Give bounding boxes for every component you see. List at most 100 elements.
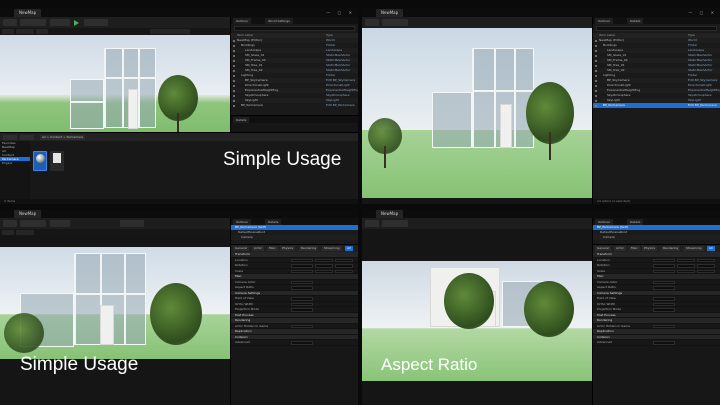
save-button[interactable]	[365, 19, 379, 26]
property-value-field[interactable]	[291, 269, 313, 273]
mode-selector[interactable]	[20, 19, 46, 26]
visibility-eye-icon[interactable]	[595, 99, 597, 102]
level-tab[interactable]: NewMap	[376, 9, 404, 17]
property-value-field[interactable]	[335, 258, 353, 262]
visibility-eye-icon[interactable]	[595, 69, 597, 72]
outliner-row[interactable]: BP_ParCamera Edit BP_ParCamera	[593, 103, 720, 108]
details-tab[interactable]: Details	[627, 18, 644, 24]
perspective-button[interactable]	[16, 29, 34, 34]
add-actor-button[interactable]	[50, 220, 70, 227]
property-value-field[interactable]	[291, 341, 313, 345]
visibility-eye-icon[interactable]	[233, 94, 235, 97]
visibility-eye-icon[interactable]	[233, 89, 235, 92]
add-actor-button[interactable]	[50, 19, 70, 26]
visibility-eye-icon[interactable]	[595, 94, 597, 97]
details-filter-tab[interactable]: Streaming	[684, 246, 704, 251]
perspective-button[interactable]	[16, 230, 34, 235]
visibility-eye-icon[interactable]	[595, 49, 597, 52]
visibility-eye-icon[interactable]	[595, 54, 597, 57]
visibility-eye-icon[interactable]	[233, 74, 235, 77]
lit-button[interactable]	[36, 29, 48, 34]
property-value-field[interactable]	[653, 297, 675, 301]
save-button[interactable]	[3, 19, 17, 26]
property-value-field[interactable]	[315, 258, 333, 262]
property-value-field[interactable]	[653, 308, 675, 312]
import-button[interactable]	[20, 135, 34, 140]
add-content-button[interactable]	[3, 135, 17, 140]
visibility-eye-icon[interactable]	[233, 69, 235, 72]
visibility-eye-icon[interactable]	[595, 44, 597, 47]
details-filter-tab[interactable]: Streaming	[322, 246, 342, 251]
outliner-tab[interactable]: Outliner	[233, 18, 252, 24]
details-filter-tab[interactable]: All	[345, 246, 353, 251]
outliner-row[interactable]: BP_ParCamera Edit BP_ParCamera	[231, 103, 358, 108]
outliner-search-input[interactable]	[234, 26, 355, 31]
property-value-field[interactable]	[291, 297, 313, 301]
visibility-eye-icon[interactable]	[233, 104, 235, 107]
details-filter-tab[interactable]: Actor	[252, 246, 264, 251]
level-viewport[interactable]	[0, 236, 230, 405]
property-value-field[interactable]	[697, 258, 715, 262]
visibility-eye-icon[interactable]	[233, 44, 235, 47]
world-settings-tab[interactable]: World Settings	[265, 18, 293, 24]
property-value-field[interactable]	[677, 269, 695, 273]
mode-selector[interactable]	[382, 220, 408, 227]
platforms-button[interactable]	[120, 220, 144, 227]
visibility-eye-icon[interactable]	[233, 49, 235, 52]
blueprint-asset-tile[interactable]	[50, 151, 64, 171]
property-value-field[interactable]	[291, 264, 313, 268]
details-filter-tab[interactable]: Actor	[614, 246, 626, 251]
window-controls[interactable]: — ▢ ✕	[326, 10, 355, 15]
platforms-button[interactable]	[84, 19, 108, 26]
property-value-field[interactable]	[653, 324, 675, 328]
visibility-eye-icon[interactable]	[595, 89, 597, 92]
content-path-breadcrumb[interactable]: All > Content > ParCamera	[40, 135, 86, 140]
visibility-eye-icon[interactable]	[595, 84, 597, 87]
property-value-field[interactable]	[677, 264, 695, 268]
property-value-field[interactable]	[653, 280, 675, 284]
property-row[interactable]: Advanced	[593, 340, 720, 346]
visibility-eye-icon[interactable]	[595, 59, 597, 62]
details-filter-tab[interactable]: Rendering	[661, 246, 681, 251]
visibility-eye-icon[interactable]	[233, 59, 235, 62]
viewport-menu-button[interactable]	[2, 29, 14, 34]
level-tab[interactable]: NewMap	[14, 9, 42, 17]
save-button[interactable]	[3, 220, 17, 227]
visibility-eye-icon[interactable]	[233, 64, 235, 67]
window-controls[interactable]: — ▢ ✕	[688, 10, 717, 15]
property-value-field[interactable]	[291, 324, 313, 328]
level-tab[interactable]: NewMap	[14, 210, 42, 218]
property-value-field[interactable]	[291, 258, 313, 262]
visibility-eye-icon[interactable]	[595, 64, 597, 67]
property-value-field[interactable]	[291, 286, 313, 290]
property-value-field[interactable]	[653, 286, 675, 290]
property-value-field[interactable]	[335, 269, 353, 273]
visibility-eye-icon[interactable]	[233, 99, 235, 102]
material-asset-tile[interactable]	[33, 151, 47, 171]
component-row[interactable]: Camera	[231, 235, 358, 240]
outliner-tab[interactable]: Outliner	[595, 18, 614, 24]
visibility-eye-icon[interactable]	[233, 79, 235, 82]
level-viewport[interactable]	[362, 28, 592, 198]
property-value-field[interactable]	[291, 302, 313, 306]
details-filter-tab[interactable]: Physics	[280, 246, 296, 251]
folder-tree-item[interactable]: Engine	[0, 161, 30, 165]
details-filter-tab[interactable]: General	[595, 246, 611, 251]
property-value-field[interactable]	[315, 269, 333, 273]
mode-selector[interactable]	[382, 19, 408, 26]
details-filter-tab[interactable]: Rendering	[299, 246, 319, 251]
property-value-field[interactable]	[697, 264, 715, 268]
property-value-field[interactable]	[291, 308, 313, 312]
property-value-field[interactable]	[335, 264, 353, 268]
visibility-eye-icon[interactable]	[595, 74, 597, 77]
details-filter-tab[interactable]: Misc	[267, 246, 278, 251]
component-row[interactable]: Camera	[593, 235, 720, 240]
property-value-field[interactable]	[653, 258, 675, 262]
play-button[interactable]	[74, 19, 80, 26]
property-row[interactable]: Advanced	[231, 340, 358, 346]
mode-selector[interactable]	[20, 220, 46, 227]
property-value-field[interactable]	[315, 264, 333, 268]
property-value-field[interactable]	[677, 258, 695, 262]
property-value-field[interactable]	[653, 269, 675, 273]
save-button[interactable]	[365, 220, 379, 227]
